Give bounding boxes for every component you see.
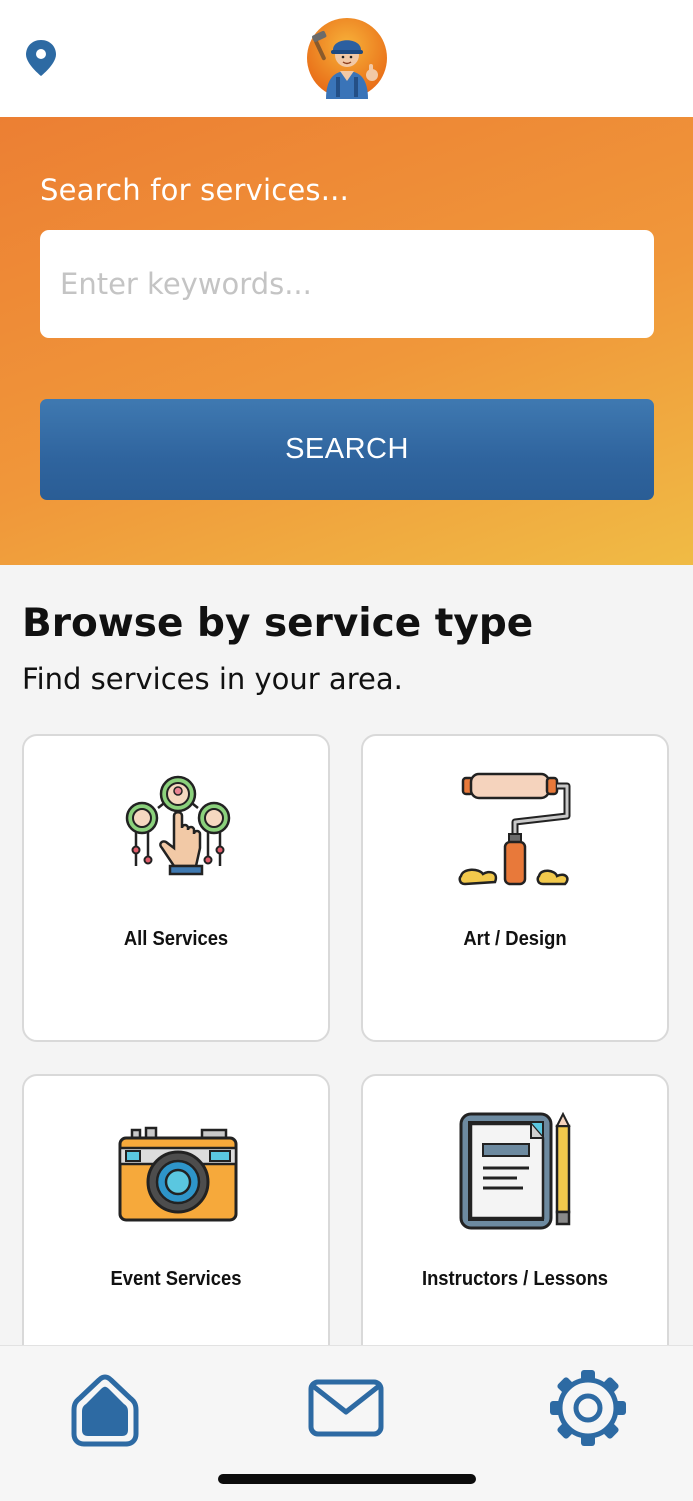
location-pin-icon[interactable] — [22, 38, 60, 78]
tablet-notes-icon — [459, 1112, 571, 1230]
category-label: All Services — [123, 928, 229, 950]
section-title: Browse by service type — [22, 601, 534, 646]
search-label: Search for services... — [40, 173, 349, 207]
mail-icon[interactable] — [301, 1368, 391, 1448]
category-card-all-services[interactable]: All Services — [22, 734, 330, 1042]
search-button[interactable]: SEARCH — [40, 399, 654, 500]
section-subtitle: Find services in your area. — [22, 662, 403, 696]
paint-roller-icon — [458, 772, 571, 886]
category-card-event-services[interactable]: Event Services — [22, 1074, 330, 1382]
search-input[interactable] — [40, 230, 654, 338]
category-card-instructors-lessons[interactable]: Instructors / Lessons — [361, 1074, 669, 1382]
home-indicator — [218, 1474, 476, 1484]
app-header — [0, 0, 693, 117]
category-label: Event Services — [110, 1268, 242, 1290]
people-network-icon — [125, 775, 231, 876]
category-label: Instructors / Lessons — [421, 1268, 609, 1290]
gear-icon[interactable] — [543, 1368, 633, 1448]
category-label: Art / Design — [463, 928, 567, 950]
category-card-art-design[interactable]: Art / Design — [361, 734, 669, 1042]
handyman-avatar-icon — [307, 18, 387, 99]
camera-icon — [118, 1126, 238, 1222]
home-icon[interactable] — [60, 1368, 150, 1448]
